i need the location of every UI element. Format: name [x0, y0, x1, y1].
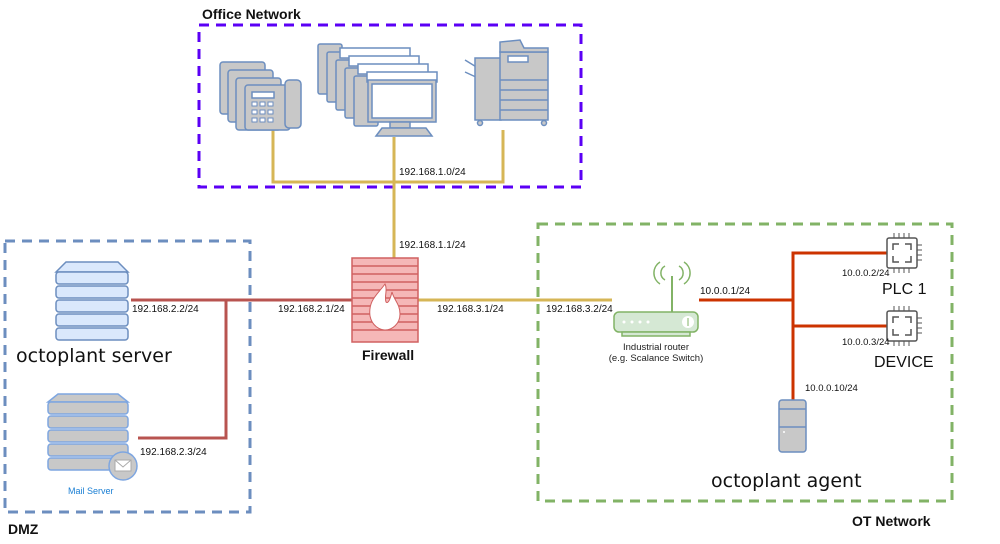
agent-ip: 10.0.0.10/24	[805, 383, 858, 394]
plc1-ip: 10.0.0.2/24	[842, 268, 890, 279]
office-subnet-label: 192.168.1.0/24	[399, 167, 466, 178]
ip-phones-icon	[219, 61, 302, 131]
dmz-title: DMZ	[8, 521, 39, 537]
device-ip: 10.0.0.3/24	[842, 337, 890, 348]
octoplant-server-ip: 192.168.2.2/24	[132, 304, 199, 315]
firewall-label: Firewall	[362, 347, 415, 363]
octoplant-server-icon	[54, 261, 130, 341]
device-chip-icon	[886, 306, 922, 346]
printer-icon	[464, 39, 549, 127]
mail-server-icon	[45, 393, 138, 481]
firewall-office-ip: 192.168.1.1/24	[399, 240, 466, 251]
mail-server-label: Mail Server	[68, 486, 114, 496]
firewall-ot-ip: 192.168.3.1/24	[437, 304, 504, 315]
office-links	[271, 130, 612, 302]
office-network-title: Office Network	[202, 6, 301, 22]
router-label-line1: Industrial router	[622, 342, 689, 353]
workstations-icon	[317, 43, 438, 137]
mail-server-ip: 192.168.2.3/24	[140, 447, 207, 458]
device-label: DEVICE	[874, 354, 934, 371]
ot-network-title: OT Network	[852, 513, 931, 529]
router-label-line2: (e.g. Scalance Switch)	[608, 353, 704, 364]
plc1-label: PLC 1	[882, 281, 927, 298]
plc1-chip-icon	[886, 233, 922, 273]
industrial-router-icon	[613, 261, 699, 337]
router-label: Industrial router (e.g. Scalance Switch)	[600, 342, 712, 364]
octoplant-agent-label: octoplant agent	[711, 470, 862, 492]
router-lan-ip: 10.0.0.1/24	[700, 286, 751, 297]
octoplant-agent-icon	[778, 399, 807, 453]
octoplant-server-label: octoplant server	[16, 345, 172, 367]
router-uplink-ip: 192.168.3.2/24	[546, 304, 613, 315]
firewall-dmz-ip: 192.168.2.1/24	[278, 304, 345, 315]
dmz-links	[131, 298, 352, 440]
firewall-icon	[351, 257, 419, 343]
